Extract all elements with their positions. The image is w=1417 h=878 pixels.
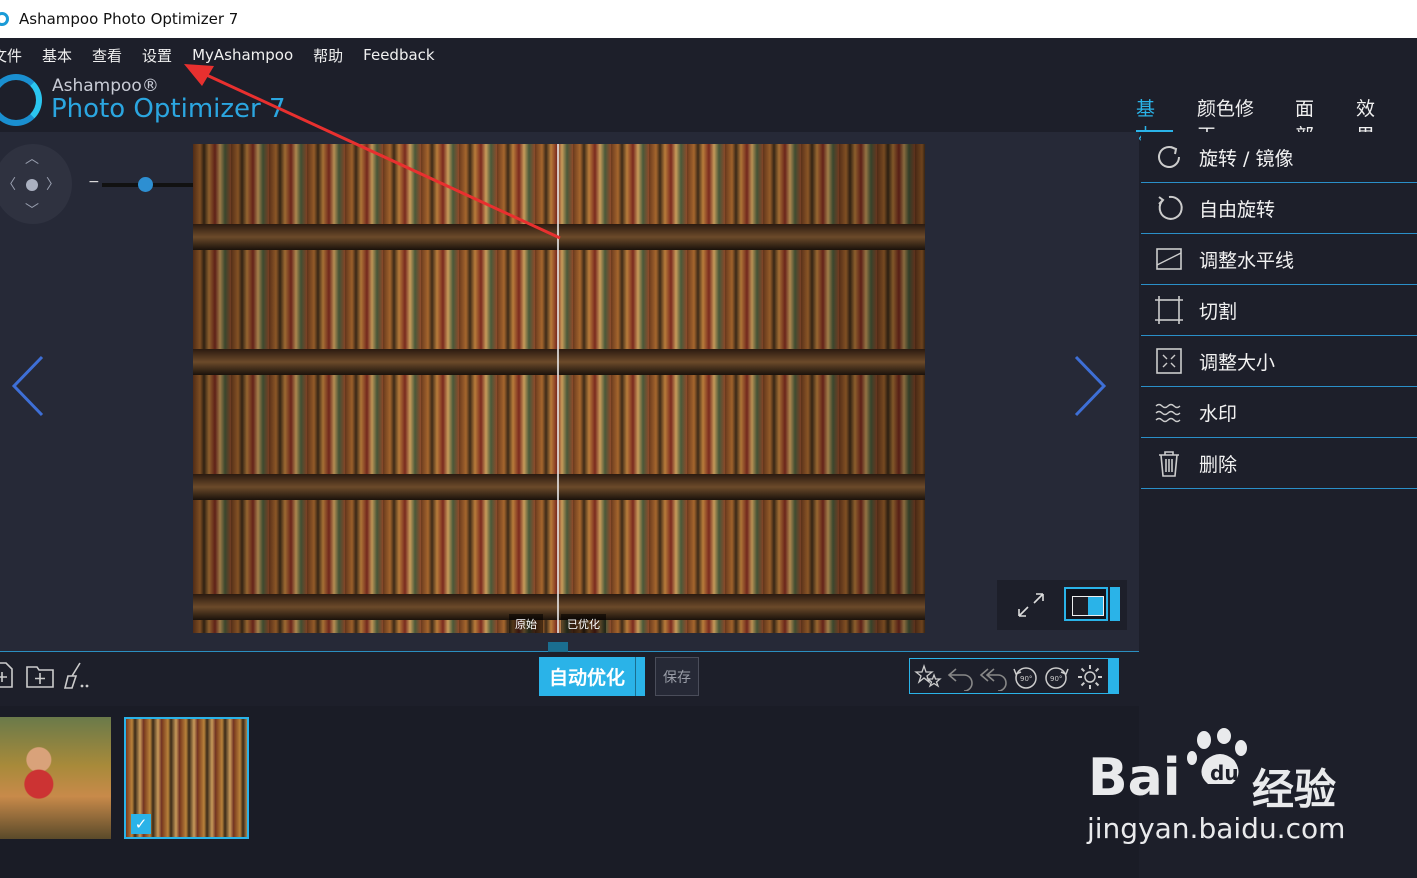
menu-bar: 文件 基本 查看 设置 MyAshampoo 帮助 Feedback: [0, 38, 1417, 72]
photo-shelf: [193, 224, 925, 250]
tab-basic[interactable]: 基本: [1136, 94, 1173, 147]
horizon-icon: [1156, 248, 1182, 270]
baidu-jingyan: 经验: [1252, 765, 1337, 814]
tab-color-correction[interactable]: 颜色修正: [1197, 94, 1271, 147]
tool-label: 旋转 / 镜像: [1199, 147, 1294, 170]
baidu-url: jingyan.baidu.com: [1087, 812, 1346, 845]
window-title: Ashampoo Photo Optimizer 7: [19, 10, 239, 28]
app-logo: Ashampoo® Photo Optimizer 7: [0, 72, 300, 130]
title-bar: Ashampoo Photo Optimizer 7: [0, 0, 1417, 38]
tool-crop[interactable]: 切割: [1141, 285, 1417, 336]
zoom-out-button[interactable]: −: [88, 174, 100, 190]
add-folder-icon[interactable]: [25, 660, 55, 690]
add-file-icon[interactable]: [0, 660, 18, 690]
tool-label: 调整大小: [1199, 351, 1276, 374]
rotate-left-90-icon[interactable]: 90°: [1010, 663, 1040, 691]
crop-icon: [1155, 296, 1183, 324]
label-original: 原始: [509, 614, 543, 633]
baidu-brand: Bai: [1088, 748, 1181, 808]
tab-effects[interactable]: 效果: [1356, 94, 1393, 147]
svg-text:90°: 90°: [1050, 675, 1062, 683]
compare-mode-button[interactable]: [1064, 587, 1108, 621]
menu-file[interactable]: 文件: [0, 45, 22, 66]
menu-help[interactable]: 帮助: [313, 45, 343, 66]
trash-icon: [1159, 451, 1179, 477]
save-button[interactable]: 保存: [655, 657, 699, 696]
compare-mode-dropdown[interactable]: [1110, 587, 1120, 621]
view-tools: [997, 580, 1127, 630]
settings-gear-icon[interactable]: [1076, 663, 1104, 691]
baidu-watermark: du Bai 经验 jingyan.baidu.com: [1086, 728, 1386, 858]
menu-basic[interactable]: 基本: [42, 45, 72, 66]
logo-brand-small: Ashampoo®: [52, 76, 159, 96]
svg-text:du: du: [1210, 761, 1239, 785]
pan-down-icon[interactable]: ﹀: [25, 200, 39, 220]
next-image-icon[interactable]: [1068, 355, 1108, 417]
zoom-handle[interactable]: [138, 177, 153, 192]
thumbnail-bookshelf-photo[interactable]: ✓: [124, 717, 249, 839]
thumbnail-child-photo[interactable]: [0, 717, 111, 839]
collapse-filmstrip-icon[interactable]: [548, 642, 568, 652]
tool-label: 自由旋转: [1199, 198, 1276, 221]
watermark-icon: [1155, 403, 1181, 423]
compare-divider[interactable]: [557, 144, 559, 633]
photo-shelf: [193, 474, 925, 500]
free-rotate-icon: [1158, 195, 1183, 220]
tool-horizon[interactable]: 调整水平线: [1141, 234, 1417, 285]
fullscreen-icon[interactable]: [1015, 590, 1047, 620]
tool-delete[interactable]: 删除: [1141, 438, 1417, 489]
rotate-mirror-icon: [1158, 146, 1180, 168]
svg-text:90°: 90°: [1020, 675, 1032, 683]
auto-optimize-dropdown[interactable]: [635, 657, 645, 696]
tab-face[interactable]: 面部: [1295, 94, 1332, 147]
menu-feedback[interactable]: Feedback: [363, 46, 434, 64]
photo-shelf: [193, 349, 925, 375]
pan-up-icon[interactable]: ︿: [25, 148, 39, 168]
label-optimized: 已优化: [561, 614, 606, 633]
edit-tools-group: 90° 90°: [909, 658, 1109, 694]
resize-icon: [1156, 348, 1182, 374]
category-tabs: 基本 颜色修正 面部 效果: [1136, 94, 1417, 147]
app-icon: [0, 12, 9, 26]
edit-tools-dropdown[interactable]: [1109, 658, 1119, 694]
undo-all-icon[interactable]: [978, 663, 1008, 691]
tool-watermark[interactable]: 水印: [1141, 387, 1417, 438]
baidu-paw-icon: du: [1187, 728, 1247, 785]
pan-right-icon[interactable]: 〉: [46, 174, 60, 194]
previous-image-icon[interactable]: [10, 355, 50, 417]
favorite-stars-icon[interactable]: [914, 663, 942, 691]
clear-list-icon[interactable]: [62, 660, 92, 690]
selected-checkmark-icon[interactable]: ✓: [131, 814, 151, 834]
undo-icon[interactable]: [946, 663, 976, 691]
tool-label: 删除: [1199, 453, 1238, 476]
tool-rotate-mirror[interactable]: 旋转 / 镜像: [1141, 132, 1417, 183]
menu-settings[interactable]: 设置: [142, 45, 172, 66]
tool-label: 切割: [1199, 300, 1238, 323]
tool-label: 调整水平线: [1199, 249, 1295, 272]
tool-resize[interactable]: 调整大小: [1141, 336, 1417, 387]
pan-center-icon[interactable]: [26, 179, 38, 191]
logo-brand-big: Photo Optimizer 7: [51, 94, 286, 124]
tool-label: 水印: [1199, 402, 1238, 425]
menu-view[interactable]: 查看: [92, 45, 122, 66]
menu-myashampoo[interactable]: MyAshampoo: [192, 46, 293, 64]
tool-free-rotate[interactable]: 自由旋转: [1141, 183, 1417, 234]
rotate-right-90-icon[interactable]: 90°: [1042, 663, 1072, 691]
pan-left-icon[interactable]: 〈: [2, 174, 16, 194]
photo-preview[interactable]: 原始 已优化: [193, 144, 925, 633]
logo-ring-icon: [0, 74, 42, 126]
photo-shelf: [193, 594, 925, 620]
auto-optimize-button[interactable]: 自动优化: [539, 657, 635, 696]
